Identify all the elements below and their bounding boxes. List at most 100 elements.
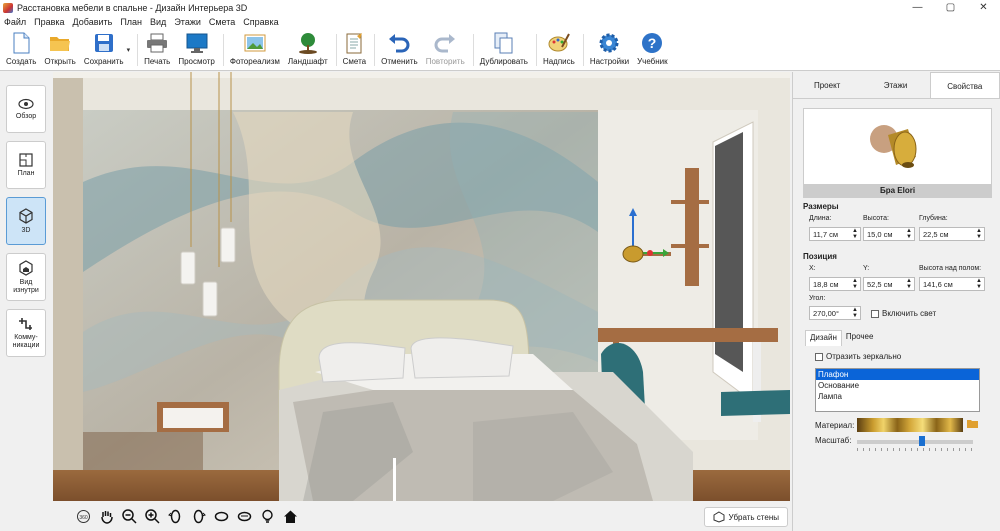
menu-edit[interactable]: Правка (34, 17, 64, 27)
x-field[interactable]: 18,8 см ▲ ▼ (809, 277, 861, 291)
rotate-360-icon[interactable]: 360 (75, 508, 92, 525)
settings-button[interactable]: Настройки (587, 30, 632, 70)
menu-floors[interactable]: Этажи (174, 17, 201, 27)
room-render (53, 72, 790, 501)
y-label: Y: (863, 265, 870, 272)
duplicate-button[interactable]: Дублировать (477, 30, 531, 70)
list-item[interactable]: Основание (816, 380, 979, 391)
communications-button[interactable]: Комму- никации (6, 309, 46, 357)
light-checkbox[interactable]: Включить свет (871, 309, 936, 318)
maximize-button[interactable]: ▢ (934, 0, 967, 15)
light-bulb-icon[interactable] (259, 508, 276, 525)
menu-estimate[interactable]: Смета (209, 17, 235, 27)
tab-other[interactable]: Прочее (842, 330, 878, 346)
create-button[interactable]: Создать (3, 30, 39, 70)
title-bar: Расстановка мебели в спальне - Дизайн Ин… (0, 0, 1000, 15)
save-dropdown-icon[interactable]: ▾ (127, 46, 131, 54)
floor-height-label: Высота над полом: (919, 265, 982, 272)
depth-label: Глубина: (919, 215, 948, 222)
photo-icon (244, 32, 266, 54)
undo-button[interactable]: Отменить (378, 30, 421, 70)
menu-view[interactable]: Вид (150, 17, 166, 27)
plan-button[interactable]: План (6, 141, 46, 189)
tab-design[interactable]: Дизайн (805, 330, 842, 346)
spin-arrows-icon[interactable]: ▲ ▼ (906, 278, 912, 290)
tutorial-button[interactable]: ? Учебник (634, 30, 671, 70)
tilt-up-icon[interactable] (213, 508, 230, 525)
menu-file[interactable]: Файл (4, 17, 26, 27)
redo-button[interactable]: Повторить (423, 30, 468, 70)
tab-project[interactable]: Проект (793, 72, 862, 98)
zoom-in-icon[interactable] (144, 508, 161, 525)
save-button[interactable]: Сохранить (81, 30, 127, 70)
floor-height-field[interactable]: 141,6 см ▲ ▼ (919, 277, 985, 291)
room-icon (19, 259, 33, 276)
photo-button[interactable]: Фотореализм (227, 30, 283, 70)
folder-icon[interactable] (967, 419, 979, 429)
separator (137, 34, 139, 66)
svg-text:?: ? (648, 35, 657, 51)
mirror-checkbox[interactable]: Отразить зеркально (815, 352, 901, 361)
height-field[interactable]: 15,0 см ▲ ▼ (863, 227, 915, 241)
printer-icon (146, 32, 168, 54)
spin-arrows-icon[interactable]: ▲ ▼ (852, 228, 858, 240)
pipes-icon (19, 317, 32, 330)
menu-add[interactable]: Добавить (73, 17, 113, 27)
parts-list[interactable]: Плафон Основание Лампа (815, 368, 980, 412)
menu-plan[interactable]: План (120, 17, 142, 27)
open-button[interactable]: Открыть (41, 30, 78, 70)
close-button[interactable]: ✕ (967, 0, 1000, 15)
preview-button[interactable]: Просмотр (175, 30, 218, 70)
spin-arrows-icon[interactable]: ▲ ▼ (906, 228, 912, 240)
length-field[interactable]: 11,7 см ▲ ▼ (809, 227, 861, 241)
print-button[interactable]: Печать (141, 30, 173, 70)
tab-floors[interactable]: Этажи (861, 72, 930, 98)
y-field[interactable]: 52,5 см ▲ ▼ (863, 277, 915, 291)
spin-arrows-icon[interactable]: ▲ ▼ (976, 278, 982, 290)
tilt-down-icon[interactable] (236, 508, 253, 525)
design-subtabs: Дизайн Прочее (805, 330, 994, 346)
overview-button[interactable]: Обзор (6, 85, 46, 133)
scale-label: Масштаб: (815, 436, 852, 445)
zoom-out-icon[interactable] (121, 508, 138, 525)
tree-icon (297, 32, 319, 54)
view-3d-button[interactable]: 3D (6, 197, 46, 245)
home-icon[interactable] (282, 508, 299, 525)
pan-hand-icon[interactable] (98, 508, 115, 525)
position-section: Позиция X: Y: Высота над полом: 18,8 см ▲… (803, 252, 992, 322)
scale-slider[interactable] (857, 436, 973, 446)
list-item[interactable]: Плафон (816, 369, 979, 380)
viewport-toolbar: 360 Убрать стены (53, 502, 790, 531)
sizes-title: Размеры (803, 202, 839, 211)
estimate-button[interactable]: Смета (340, 30, 369, 70)
notepad-icon (343, 32, 365, 54)
inside-view-button[interactable]: Вид изнутри (6, 253, 46, 301)
properties-panel: Проект Этажи Свойства Бра Elori Размеры … (792, 72, 1000, 531)
tab-properties[interactable]: Свойства (929, 72, 1000, 98)
angle-label: Угол: (809, 295, 826, 302)
landscape-button[interactable]: Ландшафт (285, 30, 331, 70)
spin-arrows-icon[interactable]: ▲ ▼ (852, 278, 858, 290)
angle-field[interactable]: 270,00° ▲ ▼ (809, 306, 861, 320)
caption-button[interactable]: Надпись (540, 30, 578, 70)
spin-arrows-icon[interactable]: ▲ ▼ (976, 228, 982, 240)
position-title: Позиция (803, 252, 837, 261)
object-preview (803, 108, 992, 196)
3d-viewport[interactable] (53, 72, 790, 501)
menu-bar: Файл Правка Добавить План Вид Этажи Смет… (0, 15, 1000, 29)
separator (222, 34, 224, 66)
checkbox-icon[interactable] (815, 352, 823, 361)
remove-walls-button[interactable]: Убрать стены (703, 507, 788, 527)
menu-help[interactable]: Справка (243, 17, 278, 27)
gear-icon (598, 32, 620, 54)
walls-icon (713, 511, 725, 523)
rotate-left-icon[interactable] (167, 508, 184, 525)
rotate-right-icon[interactable] (190, 508, 207, 525)
list-item[interactable]: Лампа (816, 391, 979, 402)
slider-thumb[interactable] (919, 436, 925, 446)
minimize-button[interactable]: — (901, 0, 934, 15)
spin-arrows-icon[interactable]: ▲ ▼ (852, 307, 858, 319)
material-swatch[interactable] (857, 418, 963, 432)
depth-field[interactable]: 22,5 см ▲ ▼ (919, 227, 985, 241)
checkbox-icon[interactable] (871, 309, 879, 318)
